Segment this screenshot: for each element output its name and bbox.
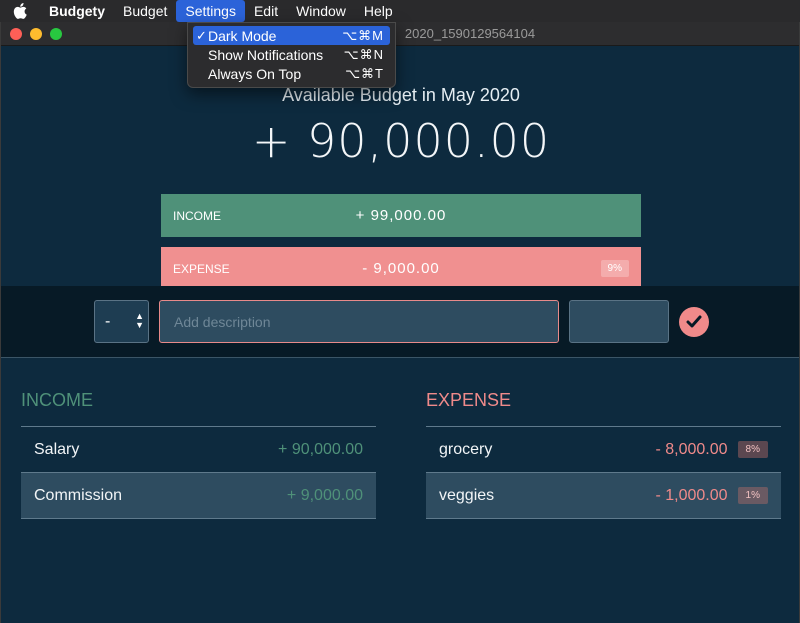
menu-item-shortcut: ⌥⌘N [343,46,384,62]
expense-row[interactable]: grocery - 8,000.00 8% [426,427,781,473]
menu-item-shortcut: ⌥⌘M [342,27,384,43]
expense-list-title: Expense [426,390,781,427]
menu-item-shortcut: ⌥⌘T [345,65,384,81]
income-list: Income Salary + 90,000.00 Commission + 9… [21,390,376,519]
type-select[interactable]: - ▲ ▼ [94,300,149,343]
budget-month-title: Available Budget in May 2020 [282,85,520,105]
apple-icon [13,3,27,19]
add-item-bar: - ▲ ▼ Add description [1,286,799,358]
menu-item-label: Dark Mode [208,27,277,44]
checkmark-icon [686,315,702,327]
menu-budget[interactable]: Budget [114,0,176,22]
income-value: + 90,000.00 [278,440,363,458]
window-titlebar: 2020_1590129564104 [1,22,799,46]
expense-list: Expense grocery - 8,000.00 8% veggies - … [426,390,781,519]
window-title: 2020_1590129564104 [404,26,536,41]
menu-item-label: Show Notifications [208,46,324,63]
expense-summary: Expense - 9,000.00 9% [161,247,641,290]
menu-item-label: Always On Top [208,65,302,82]
menu-settings[interactable]: Settings [176,0,245,22]
menu-item-always-on-top[interactable]: Always On Top ⌥⌘T [193,64,390,83]
expense-percent-badge: 9% [600,260,629,277]
app-window: 2020_1590129564104 Available Budget in M… [0,22,800,623]
expense-description: grocery [439,440,493,458]
income-row[interactable]: Salary + 90,000.00 [21,427,376,473]
value-input[interactable] [569,300,669,343]
menu-help[interactable]: Help [355,0,402,22]
budget-total: + 90,000.00 [251,114,551,168]
add-check-button[interactable] [679,306,709,337]
menu-item-show-notifications[interactable]: Show Notifications ⌥⌘N [193,45,390,64]
income-summary-value: + 99,000.00 [355,207,447,224]
expense-summary-value: - 9,000.00 [362,260,440,277]
expense-description: veggies [439,486,495,504]
expense-value: - 1,000.00 [655,486,728,504]
menu-app-name[interactable]: Budgety [40,0,114,22]
description-input[interactable]: Add description [159,300,559,343]
select-arrows-icon: ▲ ▼ [135,311,144,330]
type-select-value: - [105,312,111,330]
income-description: Commission [34,486,123,504]
menu-item-dark-mode[interactable]: ✓ Dark Mode ⌥⌘M [193,26,390,45]
income-row[interactable]: Commission + 9,000.00 [21,473,376,519]
menu-window[interactable]: Window [287,0,355,22]
income-value: + 9,000.00 [286,486,363,504]
income-list-title: Income [21,390,376,427]
expense-value: - 8,000.00 [655,440,728,458]
apple-menu[interactable] [0,3,40,19]
menu-edit[interactable]: Edit [245,0,287,22]
expense-percent-badge: 8% [737,441,768,458]
expense-row[interactable]: veggies - 1,000.00 1% [426,473,781,519]
income-summary: Income + 99,000.00 [161,194,641,237]
budget-header: Available Budget in May 2020 + 90,000.00… [1,46,799,308]
expense-percent-badge: 1% [737,487,768,504]
settings-dropdown: ✓ Dark Mode ⌥⌘M Show Notifications ⌥⌘N A… [187,22,396,88]
menu-bar: Budgety Budget Settings Edit Window Help [0,0,800,22]
income-description: Salary [34,440,80,458]
checkmark-icon: ✓ [196,27,207,43]
